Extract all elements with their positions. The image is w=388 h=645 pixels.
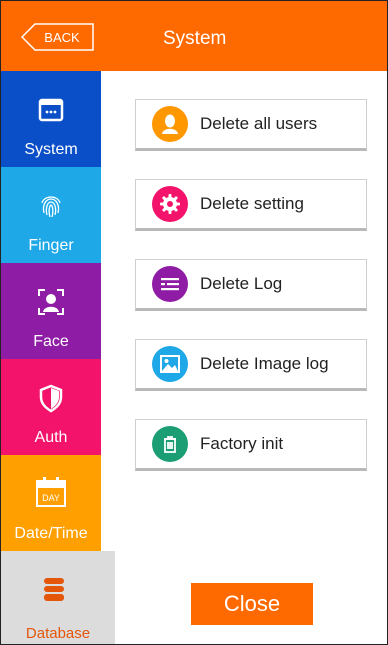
action-label: Delete all users	[200, 114, 318, 133]
sidebar-item-label: Finger	[28, 237, 74, 254]
sidebar-item-label: Database	[25, 625, 91, 642]
sidebar-item-label: Auth	[34, 429, 68, 446]
sidebar-item-system[interactable]: System	[1, 71, 101, 167]
delete-all-users-button[interactable]: Delete all users	[135, 99, 367, 151]
action-label: Delete setting	[200, 194, 304, 213]
main-panel: Delete all users Delete setting Delete L…	[115, 71, 387, 644]
sidebar-item-label: Face	[33, 333, 69, 350]
monitor-icon	[36, 95, 66, 125]
list-icon	[152, 266, 188, 302]
gear-icon	[152, 186, 188, 222]
factory-init-button[interactable]: Factory init	[135, 419, 367, 471]
delete-setting-button[interactable]: Delete setting	[135, 179, 367, 231]
device-screen: BACK System System Finger Face Auth DAY …	[0, 0, 388, 645]
action-label: Delete Image log	[200, 354, 329, 373]
action-label: Delete Log	[200, 274, 283, 293]
title-bar: BACK System	[1, 1, 387, 71]
user-icon	[152, 106, 188, 142]
database-icon	[39, 575, 69, 605]
close-button[interactable]: Close	[191, 583, 313, 625]
sidebar-item-auth[interactable]: Auth	[1, 359, 101, 455]
sidebar-item-label: Date/Time	[14, 525, 88, 542]
calendar-icon: DAY	[34, 475, 68, 509]
calendar-day-text: DAY	[42, 493, 60, 503]
action-label: Factory init	[200, 434, 284, 453]
sidebar-item-label: System	[24, 141, 78, 158]
sidebar-item-face[interactable]: Face	[1, 263, 101, 359]
back-button[interactable]: BACK	[21, 23, 95, 51]
sidebar-item-database[interactable]: Database	[1, 551, 115, 644]
trash-icon	[152, 426, 188, 462]
delete-image-log-button[interactable]: Delete Image log	[135, 339, 367, 391]
back-label: BACK	[44, 29, 80, 45]
shield-icon	[36, 383, 66, 413]
sidebar-item-date-time[interactable]: DAY Date/Time	[1, 455, 101, 551]
face-scan-icon	[36, 287, 66, 317]
fingerprint-icon	[36, 191, 66, 221]
page-title: System	[163, 28, 227, 49]
delete-log-button[interactable]: Delete Log	[135, 259, 367, 311]
sidebar: System Finger Face Auth DAY Date/Time Da…	[1, 71, 115, 644]
sidebar-item-finger[interactable]: Finger	[1, 167, 101, 263]
image-icon	[152, 346, 188, 382]
